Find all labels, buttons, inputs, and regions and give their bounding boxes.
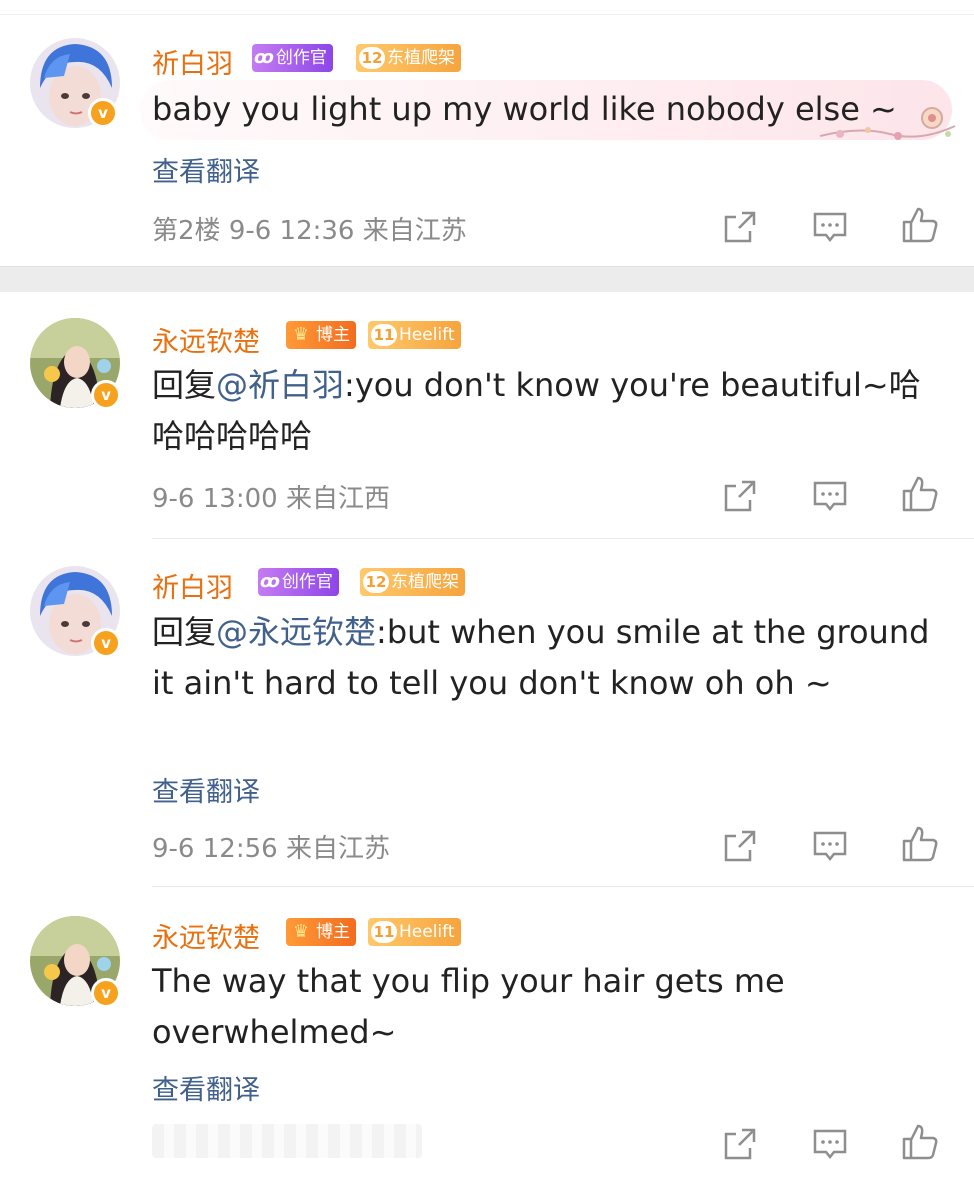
- like-icon[interactable]: [900, 205, 940, 245]
- creator-badge[interactable]: ꝏ 创作官: [258, 568, 339, 596]
- share-icon[interactable]: [720, 826, 760, 866]
- fan-level-badge[interactable]: 12 东植爬架: [360, 568, 465, 596]
- verified-badge: v: [91, 380, 121, 410]
- weibo-creator-icon: ꝏ: [254, 47, 274, 68]
- floor-number: 第2楼: [152, 216, 221, 246]
- username[interactable]: 永远钦楚: [152, 916, 260, 955]
- location: 来自江苏: [362, 216, 467, 246]
- comment-text: baby you light up my world like nobody e…: [152, 90, 897, 128]
- translate-link[interactable]: 查看翻译: [152, 150, 260, 189]
- location: 来自江苏: [285, 834, 390, 864]
- location: 来自江西: [285, 484, 390, 514]
- like-icon[interactable]: [900, 474, 940, 514]
- comment-icon[interactable]: [810, 476, 850, 516]
- timestamp: 9-6 12:36: [228, 216, 355, 246]
- verified-badge: v: [88, 98, 118, 128]
- comment-icon[interactable]: [810, 207, 850, 247]
- creator-badge[interactable]: ꝏ 创作官: [252, 44, 333, 72]
- crown-icon: ♛: [292, 324, 310, 345]
- like-icon[interactable]: [900, 824, 940, 864]
- comment-text: 回复@祈白羽:you don't know you're beautiful~哈…: [152, 366, 921, 455]
- host-badge[interactable]: ♛ 博主: [286, 321, 356, 349]
- crown-icon: ♛: [292, 921, 310, 942]
- verified-badge: v: [91, 978, 121, 1008]
- fan-level-badge[interactable]: 11 Heelift: [368, 321, 461, 349]
- comment-text: The way that you flip your hair gets me …: [152, 962, 785, 1051]
- comment-text: 回复@永远钦楚:but when you smile at the ground…: [152, 613, 930, 702]
- divider: [152, 886, 974, 887]
- translate-link[interactable]: 查看翻译: [152, 1068, 260, 1107]
- divider: [152, 538, 974, 539]
- weibo-creator-icon: ꝏ: [260, 571, 280, 592]
- top-divider: [0, 14, 974, 15]
- like-icon[interactable]: [900, 1122, 940, 1162]
- fan-level-badge[interactable]: 11 Heelift: [368, 918, 461, 946]
- comment-icon[interactable]: [810, 826, 850, 866]
- share-icon[interactable]: [720, 1124, 760, 1164]
- timestamp: 9-6 13:00: [152, 484, 278, 514]
- mention-link[interactable]: @祈白羽: [216, 366, 344, 404]
- blurred-meta: [152, 1124, 422, 1158]
- comment-icon[interactable]: [810, 1124, 850, 1164]
- comment-meta: 9-6 12:56 来自江苏: [152, 828, 390, 865]
- host-badge[interactable]: ♛ 博主: [286, 918, 356, 946]
- username[interactable]: 祈白羽: [152, 566, 233, 605]
- mention-link[interactable]: @永远钦楚: [216, 613, 376, 651]
- share-icon[interactable]: [720, 476, 760, 516]
- verified-badge: v: [91, 628, 121, 658]
- translate-link[interactable]: 查看翻译: [152, 770, 260, 809]
- fan-level-badge[interactable]: 12 东植爬架: [356, 44, 461, 72]
- comment-meta: 第2楼 9-6 12:36 来自江苏: [152, 210, 467, 247]
- share-icon[interactable]: [720, 207, 760, 247]
- comment-meta: 9-6 13:00 来自江西: [152, 478, 390, 515]
- timestamp: 9-6 12:56: [152, 834, 278, 864]
- username[interactable]: 永远钦楚: [152, 320, 260, 359]
- section-gap: [0, 266, 974, 292]
- username[interactable]: 祈白羽: [152, 42, 233, 81]
